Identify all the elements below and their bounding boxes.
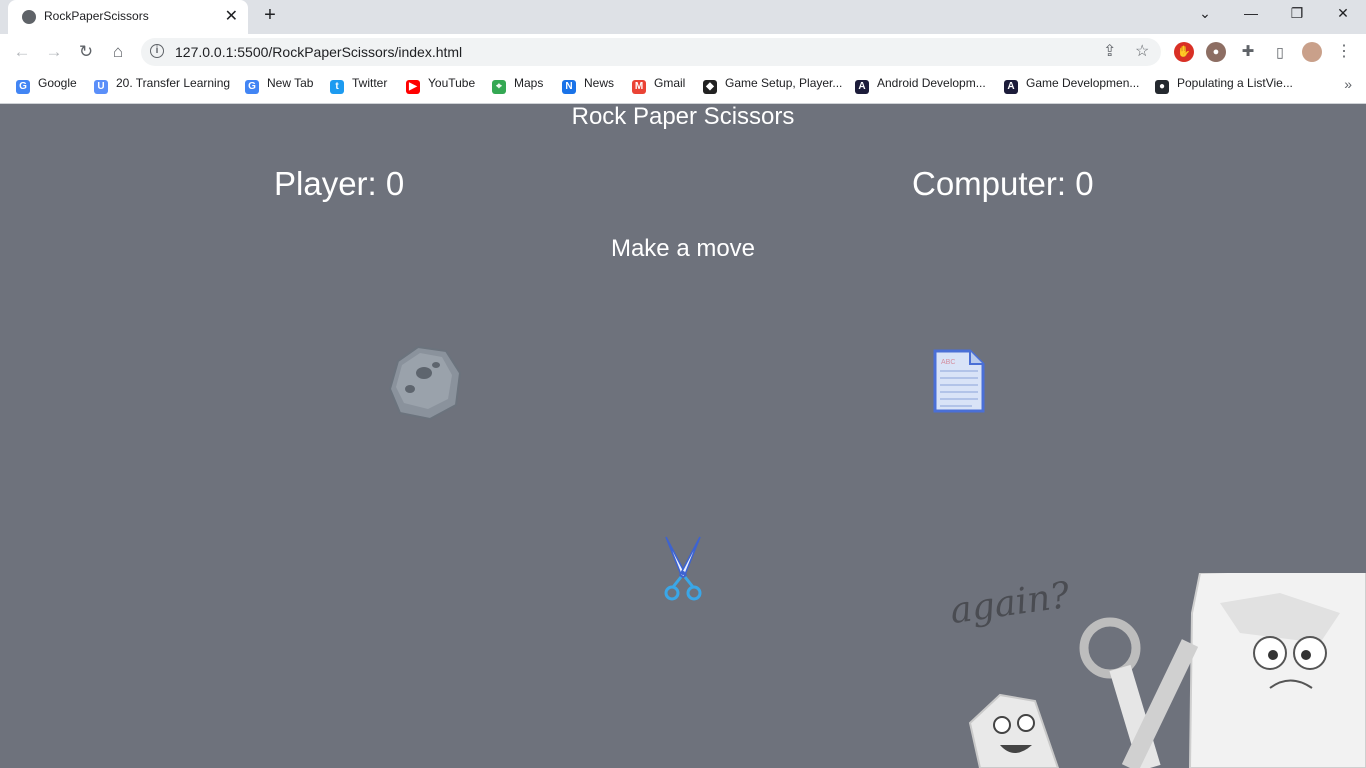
tab-search-icon[interactable]: ⌄ [1182, 5, 1228, 22]
google-icon: G [245, 80, 259, 94]
extension-avatar-icon[interactable]: ● [1206, 42, 1226, 62]
menu-kebab-icon[interactable]: ⋮ [1334, 42, 1354, 62]
game-dev-icon: A [1004, 80, 1018, 94]
bookmark-game-setup[interactable]: ◆ Game Setup, Player... [703, 76, 842, 94]
tab-title: RockPaperScissors [44, 9, 149, 23]
close-tab-icon[interactable]: ✕ [225, 6, 238, 26]
browser-chrome: RockPaperScissors ✕ + ⌄ — ❐ ✕ ← → ↻ ⌂ i … [0, 0, 1366, 104]
adblock-icon[interactable]: ✋ [1174, 42, 1194, 62]
scissors-button[interactable] [660, 535, 706, 601]
tab-strip: RockPaperScissors ✕ + ⌄ — ❐ ✕ [0, 0, 1366, 34]
bookmark-star-icon[interactable]: ☆ [1135, 41, 1149, 61]
bookmark-gmail[interactable]: M Gmail [632, 76, 685, 94]
address-bar[interactable]: i 127.0.0.1:5500/RockPaperScissors/index… [141, 38, 1161, 66]
side-panel-icon[interactable]: ▯ [1270, 42, 1290, 62]
udemy-icon: U [94, 80, 108, 94]
bookmark-twitter[interactable]: t Twitter [330, 76, 387, 94]
game-title: Rock Paper Scissors [571, 103, 795, 130]
twitter-icon: t [330, 80, 344, 94]
profile-avatar[interactable] [1302, 42, 1322, 62]
tab-active[interactable]: RockPaperScissors ✕ [8, 0, 248, 34]
paper-button[interactable]: ABC [932, 349, 986, 413]
github-icon: ● [1155, 80, 1169, 94]
computer-score: Computer: 0 [912, 165, 1094, 202]
globe-icon [22, 10, 36, 24]
bookmark-maps[interactable]: ⌖ Maps [492, 76, 543, 94]
url-text[interactable]: 127.0.0.1:5500/RockPaperScissors/index.h… [175, 44, 462, 60]
share-icon[interactable]: ⇪ [1103, 41, 1116, 61]
bookmark-game-dev[interactable]: A Game Developmen... [1004, 76, 1139, 94]
gmail-icon: M [632, 80, 646, 94]
home-button[interactable]: ⌂ [106, 40, 130, 64]
extensions-puzzle-icon[interactable]: ✚ [1238, 42, 1258, 62]
bookmarks-bar: G Google U 20. Transfer Learning G New Tab … [0, 70, 1366, 98]
bookmark-news[interactable]: N News [562, 76, 614, 94]
game-page: Rock Paper Scissors Player: 0 Computer: … [0, 103, 1366, 768]
reload-button[interactable]: ↻ [74, 40, 98, 64]
google-icon: G [16, 80, 30, 94]
bookmark-transfer-learning[interactable]: U 20. Transfer Learning [94, 76, 230, 94]
bookmark-new-tab[interactable]: G New Tab [245, 76, 313, 94]
bookmark-google[interactable]: G Google [16, 76, 77, 94]
more-bookmarks-icon[interactable]: » [1344, 76, 1352, 92]
restore-button[interactable]: ❐ [1274, 5, 1320, 22]
svg-text:ABC: ABC [941, 359, 955, 366]
android-dev-icon: A [855, 80, 869, 94]
toolbar: ← → ↻ ⌂ i 127.0.0.1:5500/RockPaperScisso… [0, 34, 1366, 70]
forward-button[interactable]: → [42, 40, 66, 64]
news-icon: N [562, 80, 576, 94]
site-info-icon[interactable]: i [150, 44, 164, 58]
close-window-button[interactable]: ✕ [1320, 5, 1366, 22]
bookmark-listview[interactable]: ● Populating a ListVie... [1155, 76, 1293, 94]
bookmark-youtube[interactable]: ▶ YouTube [406, 76, 475, 94]
maps-icon: ⌖ [492, 80, 506, 94]
status-message: Make a move [610, 235, 756, 262]
rock-button[interactable] [388, 343, 462, 421]
youtube-icon: ▶ [406, 80, 420, 94]
unity-icon: ◆ [703, 80, 717, 94]
bookmark-android-dev[interactable]: A Android Developm... [855, 76, 986, 94]
minimize-button[interactable]: — [1228, 5, 1274, 21]
back-button[interactable]: ← [10, 40, 34, 64]
new-tab-button[interactable]: + [258, 4, 282, 27]
player-score: Player: 0 [274, 165, 405, 202]
